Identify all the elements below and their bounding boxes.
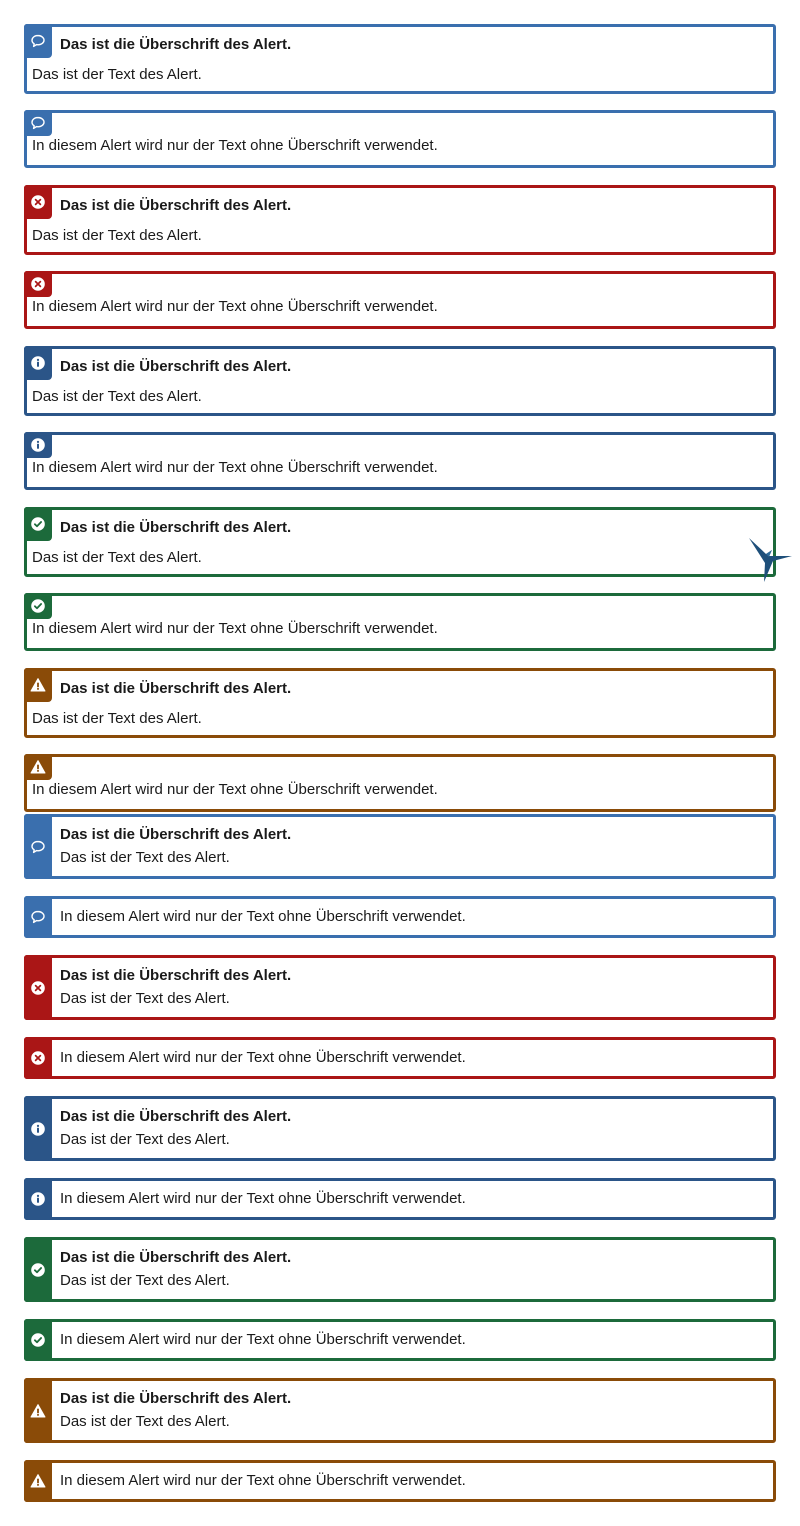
alert-text: Das ist der Text des Alert. (60, 849, 230, 866)
warning-icon (24, 668, 52, 702)
alert-info: In diesem Alert wird nur der Text ohne Ü… (24, 1178, 776, 1220)
success-icon (24, 593, 52, 619)
alert-message: Das ist die Überschrift des Alert. Das i… (24, 24, 776, 94)
alert-text: Das ist der Text des Alert. (32, 227, 202, 244)
alert-text: In diesem Alert wird nur der Text ohne Ü… (32, 459, 438, 476)
alert-text: In diesem Alert wird nur der Text ohne Ü… (32, 137, 438, 154)
info-icon (24, 1096, 52, 1161)
alert-title: Das ist die Überschrift des Alert. (60, 358, 292, 375)
alert-title: Das ist die Überschrift des Alert. (60, 967, 292, 984)
alert-text: Das ist der Text des Alert. (32, 549, 202, 566)
alert-text: In diesem Alert wird nur der Text ohne Ü… (60, 1049, 466, 1066)
alert-success: Das ist die Überschrift des Alert. Das i… (24, 507, 776, 577)
alert-title: Das ist die Überschrift des Alert. (60, 1390, 292, 1407)
success-icon (24, 1237, 52, 1302)
error-icon (24, 1037, 52, 1079)
error-icon (24, 185, 52, 219)
alert-warning: Das ist die Überschrift des Alert. Das i… (24, 668, 776, 738)
alert-text: In diesem Alert wird nur der Text ohne Ü… (60, 908, 466, 925)
speech-bubble-icon (24, 24, 52, 58)
info-icon (24, 346, 52, 380)
alert-success: In diesem Alert wird nur der Text ohne Ü… (24, 1319, 776, 1361)
alert-warning: In diesem Alert wird nur der Text ohne Ü… (24, 1460, 776, 1502)
warning-icon (24, 1460, 52, 1502)
alert-error: In diesem Alert wird nur der Text ohne Ü… (24, 1037, 776, 1079)
bird-logo-icon (749, 538, 792, 582)
alert-success: In diesem Alert wird nur der Text ohne Ü… (24, 593, 776, 651)
alert-title: Das ist die Überschrift des Alert. (60, 1249, 292, 1266)
alert-warning: In diesem Alert wird nur der Text ohne Ü… (24, 754, 776, 812)
alert-title: Das ist die Überschrift des Alert. (60, 1108, 292, 1125)
alert-text: In diesem Alert wird nur der Text ohne Ü… (32, 620, 438, 637)
alert-error: Das ist die Überschrift des Alert. Das i… (24, 185, 776, 255)
alert-text: In diesem Alert wird nur der Text ohne Ü… (32, 298, 438, 315)
warning-icon (24, 754, 52, 780)
alert-title: Das ist die Überschrift des Alert. (60, 36, 292, 53)
alert-message: In diesem Alert wird nur der Text ohne Ü… (24, 896, 776, 938)
speech-bubble-icon (24, 896, 52, 938)
error-icon (24, 955, 52, 1020)
warning-icon (24, 1378, 52, 1443)
error-icon (24, 271, 52, 297)
alert-info: Das ist die Überschrift des Alert. Das i… (24, 1096, 776, 1161)
alert-message: Das ist die Überschrift des Alert. Das i… (24, 814, 776, 879)
alert-title: Das ist die Überschrift des Alert. (60, 826, 292, 843)
alert-success: Das ist die Überschrift des Alert. Das i… (24, 1237, 776, 1302)
info-icon (24, 1178, 52, 1220)
alert-error: Das ist die Überschrift des Alert. Das i… (24, 955, 776, 1020)
alert-error: In diesem Alert wird nur der Text ohne Ü… (24, 271, 776, 329)
alert-text: Das ist der Text des Alert. (32, 710, 202, 727)
speech-bubble-icon (24, 110, 52, 136)
alert-text: In diesem Alert wird nur der Text ohne Ü… (32, 781, 438, 798)
alert-text: Das ist der Text des Alert. (60, 1131, 230, 1148)
alert-info: In diesem Alert wird nur der Text ohne Ü… (24, 432, 776, 490)
alert-text: Das ist der Text des Alert. (32, 388, 202, 405)
alert-text: In diesem Alert wird nur der Text ohne Ü… (60, 1190, 466, 1207)
success-icon (24, 1319, 52, 1361)
success-icon (24, 507, 52, 541)
alert-text: Das ist der Text des Alert. (32, 66, 202, 83)
info-icon (24, 432, 52, 458)
alert-message: In diesem Alert wird nur der Text ohne Ü… (24, 110, 776, 168)
alert-warning: Das ist die Überschrift des Alert. Das i… (24, 1378, 776, 1443)
alert-title: Das ist die Überschrift des Alert. (60, 680, 292, 697)
alert-text: In diesem Alert wird nur der Text ohne Ü… (60, 1331, 466, 1348)
alert-text: Das ist der Text des Alert. (60, 1272, 230, 1289)
alert-text: In diesem Alert wird nur der Text ohne Ü… (60, 1472, 466, 1489)
speech-bubble-icon (24, 814, 52, 879)
alert-title: Das ist die Überschrift des Alert. (60, 197, 292, 214)
alert-info: Das ist die Überschrift des Alert. Das i… (24, 346, 776, 416)
alert-text: Das ist der Text des Alert. (60, 990, 230, 1007)
alert-text: Das ist der Text des Alert. (60, 1413, 230, 1430)
alert-title: Das ist die Überschrift des Alert. (60, 519, 292, 536)
